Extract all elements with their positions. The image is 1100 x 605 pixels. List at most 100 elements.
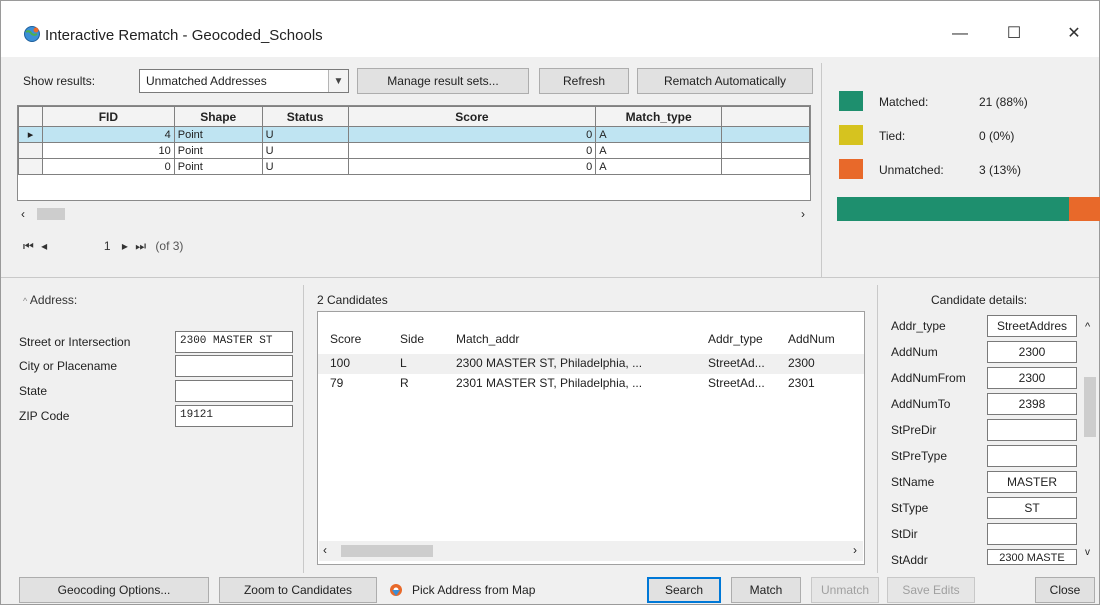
show-results-value: Unmatched Addresses — [146, 74, 267, 88]
collapse-arrow-icon[interactable]: ^ — [23, 296, 27, 306]
table-row[interactable]: 0 Point U 0 A — [18, 158, 810, 175]
unmatched-value: 3 (13%) — [979, 163, 1022, 177]
scroll-thumb[interactable] — [341, 545, 433, 557]
cell-shape[interactable]: Point — [173, 126, 263, 143]
manage-result-sets-button[interactable]: Manage result sets... — [357, 68, 529, 94]
cell-status[interactable]: U — [261, 142, 349, 159]
detail-value[interactable]: 2300 — [987, 341, 1077, 363]
state-input[interactable] — [175, 380, 293, 402]
scroll-right-icon[interactable]: › — [801, 207, 805, 221]
previous-record-icon[interactable]: ◂ — [41, 239, 47, 253]
pick-address-from-map-button[interactable]: Pick Address from Map — [383, 577, 601, 603]
maximize-button[interactable]: ☐ — [999, 23, 1029, 45]
scroll-left-icon[interactable]: ‹ — [21, 207, 25, 221]
cell-fid[interactable]: 0 — [41, 158, 175, 175]
table-row[interactable]: ▸ 4 Point U 0 A — [18, 126, 810, 143]
detail-value[interactable] — [987, 523, 1077, 545]
cell-score[interactable]: 0 — [347, 142, 597, 159]
column-header-empty — [721, 106, 810, 127]
column-header-status[interactable]: Status — [261, 106, 349, 127]
scroll-down-icon[interactable]: v — [1085, 547, 1090, 558]
detail-value[interactable]: 2300 MASTE — [987, 549, 1077, 565]
results-horizontal-scrollbar[interactable]: ‹ › — [19, 205, 809, 223]
scroll-up-icon[interactable]: ^ — [1085, 321, 1090, 333]
first-record-icon[interactable]: ⏮ — [23, 239, 34, 253]
candidate-row[interactable]: 79 R 2301 MASTER ST, Philadelphia, ... S… — [318, 374, 864, 394]
candidate-col-match-addr[interactable]: Match_addr — [456, 332, 519, 346]
city-label: City or Placename — [19, 359, 118, 373]
column-header-score[interactable]: Score — [347, 106, 597, 127]
detail-value[interactable] — [987, 445, 1077, 467]
scroll-thumb[interactable] — [37, 208, 65, 220]
candidates-horizontal-scrollbar[interactable]: ‹ › — [319, 541, 863, 561]
scroll-right-icon[interactable]: › — [853, 543, 857, 557]
tied-swatch — [839, 125, 863, 145]
cell-shape[interactable]: Point — [173, 158, 263, 175]
match-button[interactable]: Match — [731, 577, 801, 603]
results-table[interactable]: FID Shape Status Score Match_type ▸ 4 Po… — [17, 105, 811, 201]
table-row[interactable]: 10 Point U 0 A — [18, 142, 810, 159]
last-record-icon[interactable]: ⏭ — [135, 239, 146, 253]
current-page-value[interactable]: 1 — [51, 239, 111, 253]
candidate-score: 79 — [330, 376, 344, 390]
unmatch-button[interactable]: Unmatch — [811, 577, 879, 603]
candidate-side: L — [400, 356, 407, 370]
geocoding-options-button[interactable]: Geocoding Options... — [19, 577, 209, 603]
candidate-col-score[interactable]: Score — [330, 332, 361, 346]
detail-value[interactable]: 2398 — [987, 393, 1077, 415]
street-input[interactable]: 2300 MASTER ST — [175, 331, 293, 353]
detail-value[interactable]: MASTER — [987, 471, 1077, 493]
window-title: Interactive Rematch - Geocoded_Schools — [45, 27, 323, 44]
cell-status[interactable]: U — [261, 158, 349, 175]
zip-input[interactable]: 19121 — [175, 405, 293, 427]
detail-value[interactable]: ST — [987, 497, 1077, 519]
column-header-shape[interactable]: Shape — [173, 106, 263, 127]
geocode-globe-icon — [24, 26, 40, 42]
minimize-button[interactable]: — — [945, 23, 975, 45]
scroll-thumb[interactable] — [1084, 377, 1096, 437]
cell-match-type[interactable]: A — [595, 142, 723, 159]
search-button[interactable]: Search — [647, 577, 721, 603]
column-header-match-type[interactable]: Match_type — [595, 106, 723, 127]
cell-status[interactable]: U — [261, 126, 349, 143]
detail-value[interactable]: 2300 — [987, 367, 1077, 389]
scroll-left-icon[interactable]: ‹ — [323, 543, 327, 557]
cell-match-type[interactable]: A — [595, 126, 723, 143]
cell-score[interactable]: 0 — [347, 158, 597, 175]
cell-empty — [721, 158, 810, 175]
close-button[interactable]: Close — [1035, 577, 1095, 603]
show-results-select[interactable]: Unmatched Addresses ▼ — [139, 69, 349, 93]
unmatched-label: Unmatched: — [879, 163, 944, 177]
refresh-button[interactable]: Refresh — [539, 68, 629, 94]
candidate-col-addnum[interactable]: AddNum — [788, 332, 835, 346]
chevron-down-icon[interactable]: ▼ — [328, 70, 348, 92]
candidate-match-addr: 2300 MASTER ST, Philadelphia, ... — [456, 356, 643, 370]
candidate-score: 100 — [330, 356, 351, 370]
cell-match-type[interactable]: A — [595, 158, 723, 175]
row-selector[interactable] — [18, 158, 43, 175]
interactive-rematch-window: Interactive Rematch - Geocoded_Schools —… — [0, 0, 1100, 605]
save-edits-button[interactable]: Save Edits — [887, 577, 975, 603]
detail-value[interactable] — [987, 419, 1077, 441]
unmatched-bar-segment — [1069, 197, 1100, 221]
close-window-button[interactable]: ✕ — [1059, 23, 1089, 45]
next-record-icon[interactable]: ▸ — [122, 239, 128, 253]
cell-fid[interactable]: 10 — [41, 142, 175, 159]
rematch-automatically-button[interactable]: Rematch Automatically — [637, 68, 813, 94]
current-row-indicator-icon[interactable]: ▸ — [18, 126, 43, 143]
candidates-list[interactable]: Score Side Match_addr Addr_type AddNum 1… — [317, 311, 865, 565]
row-selector[interactable] — [18, 142, 43, 159]
detail-label: StDir — [891, 527, 918, 541]
match-progress-bar — [837, 197, 1100, 221]
candidate-row[interactable]: 100 L 2300 MASTER ST, Philadelphia, ... … — [318, 354, 864, 374]
cell-shape[interactable]: Point — [173, 142, 263, 159]
cell-fid[interactable]: 4 — [41, 126, 175, 143]
candidate-col-addr-type[interactable]: Addr_type — [708, 332, 763, 346]
column-header-fid[interactable]: FID — [41, 106, 175, 127]
details-vertical-scrollbar[interactable]: ^ v — [1081, 321, 1099, 569]
cell-score[interactable]: 0 — [347, 126, 597, 143]
zoom-to-candidates-button[interactable]: Zoom to Candidates — [219, 577, 377, 603]
candidate-col-side[interactable]: Side — [400, 332, 424, 346]
detail-value[interactable]: StreetAddres — [987, 315, 1077, 337]
city-input[interactable] — [175, 355, 293, 377]
